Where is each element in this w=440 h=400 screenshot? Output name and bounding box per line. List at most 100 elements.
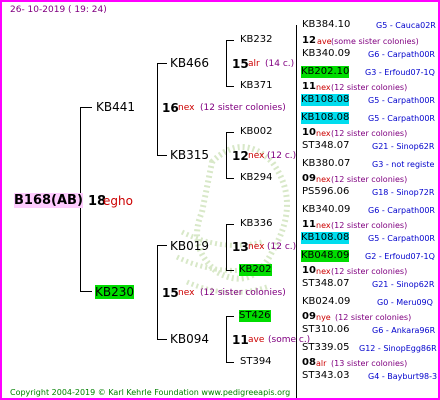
tree-line: [226, 362, 234, 363]
grandparent-queen-year: 11: [232, 333, 249, 347]
tree-line: [226, 178, 234, 179]
copyright-footer: Copyright 2004-2019 © Karl Kehrle Founda…: [10, 388, 291, 397]
ancestor-queen-id: ST348.07: [302, 278, 350, 289]
ggp-queen-suffix: nex: [316, 83, 331, 92]
ancestor-queen-note: G5 - Cauca02R: [376, 21, 436, 30]
ancestor-queen-note: G4 - Bayburt98-3: [368, 372, 438, 381]
grandparent-queen-suffix: alr: [248, 59, 260, 69]
ancestor-queen-id: ST343.03: [302, 370, 350, 381]
ancestor-queen-note: G2 - Erfoud07-1Q: [365, 252, 435, 261]
tree-line: [157, 339, 167, 340]
grandparent-queen-id: KB019: [170, 239, 210, 253]
tree-line: [157, 155, 167, 156]
parent-queen-note: (12 sister colonies): [200, 103, 286, 113]
tree-line: [157, 63, 167, 64]
tree-line: [226, 40, 227, 86]
tree-line: [157, 245, 167, 246]
tree-line: [80, 107, 92, 108]
date-header: 26- 10-2019 ( 19: 24): [10, 5, 107, 15]
grandparent-queen-suffix: nex: [248, 151, 265, 161]
ancestor-queen-id: ST339.05: [302, 342, 350, 353]
grandparent-queen-year: 15: [232, 57, 249, 71]
ggp-queen-suffix: ave: [317, 37, 332, 46]
ancestor-queen-note: G21 - Sinop62R: [372, 142, 435, 151]
pedigree-page: { "header": "26- 10-2019 ( 19: 24)", "fo…: [0, 0, 440, 400]
tree-line: [226, 132, 227, 178]
ancestor-queen-note: G5 - Carpath00R: [368, 114, 435, 123]
ancestor-queen-note: G3 - Erfoud07-1Q: [365, 68, 435, 77]
parent-queen-id: KB230: [95, 285, 135, 299]
parent-queen-suffix: nex: [178, 288, 195, 298]
grandparent-queen-id: KB466: [170, 56, 210, 70]
ggp-queen-id: KB002: [240, 126, 273, 137]
ggp-queen-year: 11: [302, 219, 316, 230]
ancestor-queen-id: KB108.08: [301, 232, 350, 244]
ggp-queen-suffix: alr: [316, 359, 327, 368]
ancestor-queen-id: PS596.06: [302, 186, 350, 197]
ancestor-queen-note: G5 - Carpath00R: [368, 96, 435, 105]
ggp-queen-year: 10: [302, 127, 316, 138]
tree-line: [80, 291, 92, 292]
ancestor-queen-id: ST348.07: [302, 140, 350, 151]
ggp-queen-note: (12 sister colonies): [331, 129, 408, 138]
ggp-queen-id: ST426: [239, 310, 271, 322]
grandparent-queen-suffix: nex: [248, 242, 265, 252]
ggp-queen-year: 09: [302, 311, 316, 322]
tree-line: [226, 40, 234, 41]
tree-line: [226, 316, 234, 317]
tree-line: [226, 132, 234, 133]
grandparent-queen-note: (12 c.): [267, 151, 297, 161]
ggp-queen-note: (12 sister colonies): [331, 267, 408, 276]
grandparent-queen-id: KB094: [170, 332, 210, 346]
tree-line: [226, 316, 227, 362]
grandparent-queen-year: 13: [232, 240, 249, 254]
ggp-queen-note: (12 sister colonies): [331, 175, 408, 184]
ggp-queen-note: (some sister colonies): [331, 37, 419, 46]
grandparent-queen-year: 12: [232, 149, 249, 163]
ancestor-queen-note: G18 - Sinop72R: [372, 188, 435, 197]
ggp-queen-year: 08: [302, 357, 316, 368]
ggp-queen-suffix: nye: [316, 313, 331, 322]
ggp-queen-note: (12 sister colonies): [335, 313, 412, 322]
parent-queen-note: (12 sister colonies): [200, 288, 286, 298]
ggp-queen-year: 11: [302, 81, 316, 92]
ancestor-queen-id: KB340.09: [302, 204, 351, 215]
grandparent-queen-id: KB315: [170, 148, 210, 162]
ggp-queen-id: KB336: [240, 218, 273, 229]
ancestor-queen-id: KB108.08: [301, 112, 350, 124]
root-queen-id: B168(AB): [14, 193, 83, 208]
ancestor-queen-id: KB380.07: [302, 158, 351, 169]
ggp-queen-id: KB371: [240, 80, 273, 91]
parent-queen-suffix: nex: [178, 103, 195, 113]
ancestor-queen-id: KB340.09: [302, 48, 351, 59]
ggp-queen-year: 10: [302, 265, 316, 276]
tree-line: [226, 86, 234, 87]
grandparent-queen-note: (12 c.): [267, 242, 297, 252]
ancestor-queen-id: KB108.08: [301, 94, 350, 106]
grandparent-queen-note: (14 c.): [265, 59, 295, 69]
parent-queen-id: KB441: [96, 100, 136, 114]
tree-line: [226, 224, 227, 270]
ancestor-queen-note: G3 - not registe: [372, 160, 435, 169]
ggp-queen-note: (12 sister colonies): [331, 83, 408, 92]
parent-queen-year: 16: [162, 101, 179, 115]
ancestor-queen-note: G6 - Carpath00R: [368, 206, 435, 215]
tree-line: [157, 63, 158, 155]
ancestor-queen-id: KB384.10: [302, 19, 351, 30]
ancestor-queen-note: G0 - Meru09Q: [377, 298, 433, 307]
ancestor-queen-note: G21 - Sinop62R: [372, 280, 435, 289]
ancestor-queen-id: ST310.06: [302, 324, 350, 335]
parent-queen-year: 15: [162, 286, 179, 300]
ggp-queen-id: ST394: [240, 356, 272, 367]
ggp-queen-id: KB202: [239, 264, 272, 276]
tree-line: [157, 245, 158, 339]
tree-line: [226, 270, 234, 271]
ancestor-queen-note: G6 - Carpath00R: [368, 50, 435, 59]
ancestor-queen-note: G6 - Ankara96R: [372, 326, 436, 335]
ancestor-queen-id: KB202.10: [301, 66, 350, 78]
ggp-queen-suffix: nex: [316, 221, 331, 230]
tree-line: [226, 224, 234, 225]
ggp-queen-note: (12 sister colonies): [331, 221, 408, 230]
ancestor-queen-note: G5 - Carpath00R: [368, 234, 435, 243]
ggp-queen-suffix: nex: [316, 129, 331, 138]
